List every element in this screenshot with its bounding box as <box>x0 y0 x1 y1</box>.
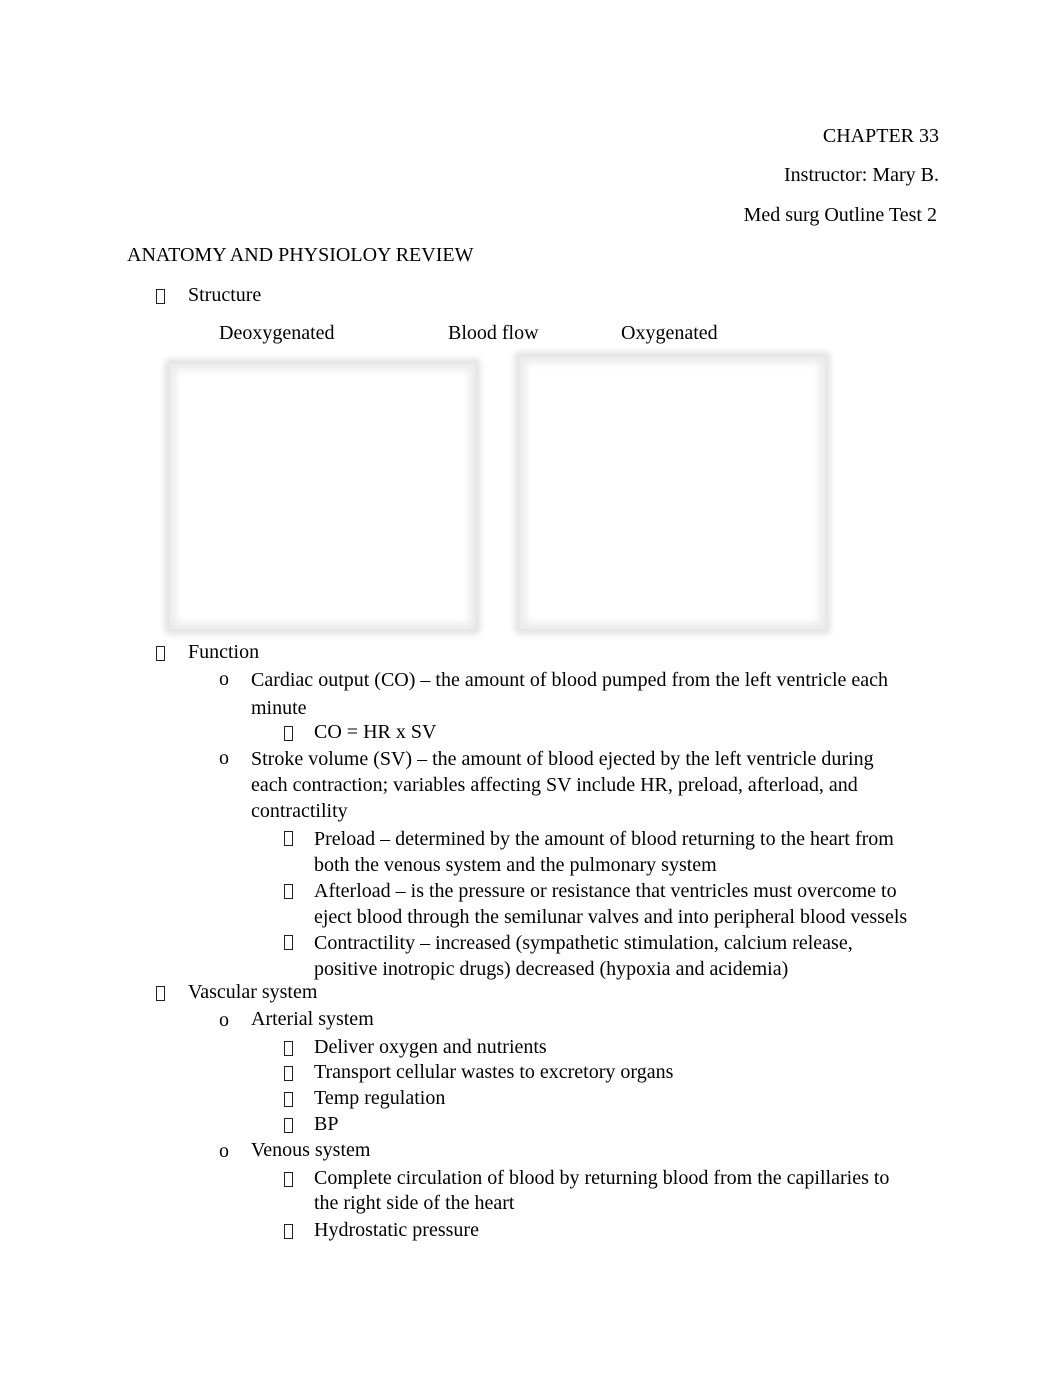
function-heading: Function <box>188 641 260 663</box>
chapter-title: CHAPTER 33 <box>822 125 939 147</box>
bullet-icon <box>284 726 293 741</box>
preload-item: Preload – determined by the amount of bl… <box>314 826 894 878</box>
arterial-item: Transport cellular wastes to excretory o… <box>314 1061 674 1083</box>
bullet-icon <box>284 1066 293 1081</box>
text-line: Preload – determined by the amount of bl… <box>314 828 894 850</box>
text-line: Afterload – is the pressure or resistanc… <box>314 880 897 902</box>
text-line: each contraction; variables affecting SV… <box>251 774 858 796</box>
text-line: Cardiac output (CO) – the amount of bloo… <box>251 669 889 691</box>
stroke-volume-item: Stroke volume (SV) – the amount of blood… <box>251 746 874 824</box>
deoxygenated-box <box>170 364 475 629</box>
section-title: ANATOMY AND PHYSIOLOY REVIEW <box>127 244 474 266</box>
bullet-icon <box>156 646 165 661</box>
venous-item: Hydrostatic pressure <box>314 1219 479 1241</box>
sub-bullet-icon: o <box>219 1009 229 1031</box>
text-line: contractility <box>251 800 348 822</box>
arterial-item: Deliver oxygen and nutrients <box>314 1036 547 1058</box>
bullet-icon <box>284 1224 293 1239</box>
bullet-icon <box>284 1118 293 1133</box>
bullet-icon <box>284 1041 293 1056</box>
instructor-line: Instructor: Mary B. <box>784 164 939 186</box>
vascular-heading: Vascular system <box>188 981 318 1003</box>
course-line: Med surg Outline Test 2 <box>743 204 937 226</box>
bullet-icon <box>284 1092 293 1107</box>
sub-bullet-icon: o <box>219 747 229 769</box>
arterial-item: BP <box>314 1113 339 1135</box>
blood-flow-label: Blood flow <box>448 322 539 344</box>
text-line: both the venous system and the pulmonary… <box>314 854 717 876</box>
sub-bullet-icon: o <box>219 1140 229 1162</box>
oxygenated-box <box>520 357 825 629</box>
afterload-item: Afterload – is the pressure or resistanc… <box>314 878 907 930</box>
contractility-item: Contractility – increased (sympathetic s… <box>314 930 853 982</box>
bullet-icon <box>284 884 293 899</box>
bullet-icon <box>284 1172 293 1187</box>
text-line: minute <box>251 697 307 719</box>
bullet-icon <box>156 289 165 304</box>
text-line: the right side of the heart <box>314 1192 515 1214</box>
bullet-icon <box>156 986 165 1001</box>
text-line: Contractility – increased (sympathetic s… <box>314 932 853 954</box>
text-line: Stroke volume (SV) – the amount of blood… <box>251 748 874 770</box>
text-line: Complete circulation of blood by returni… <box>314 1167 890 1189</box>
bullet-icon <box>284 831 293 846</box>
venous-heading: Venous system <box>251 1139 371 1161</box>
venous-item: Complete circulation of blood by returni… <box>314 1166 889 1216</box>
cardiac-output-item: Cardiac output (CO) – the amount of bloo… <box>251 667 888 721</box>
text-line: eject blood through the semilunar valves… <box>314 906 908 928</box>
bullet-icon <box>284 935 293 950</box>
structure-heading: Structure <box>188 284 262 306</box>
deoxygenated-label: Deoxygenated <box>219 322 335 344</box>
arterial-heading: Arterial system <box>251 1008 374 1030</box>
arterial-item: Temp regulation <box>314 1087 446 1109</box>
text-line: positive inotropic drugs) decreased (hyp… <box>314 958 789 980</box>
oxygenated-label: Oxygenated <box>621 322 718 344</box>
co-formula: CO = HR x SV <box>314 721 437 743</box>
sub-bullet-icon: o <box>219 668 229 690</box>
